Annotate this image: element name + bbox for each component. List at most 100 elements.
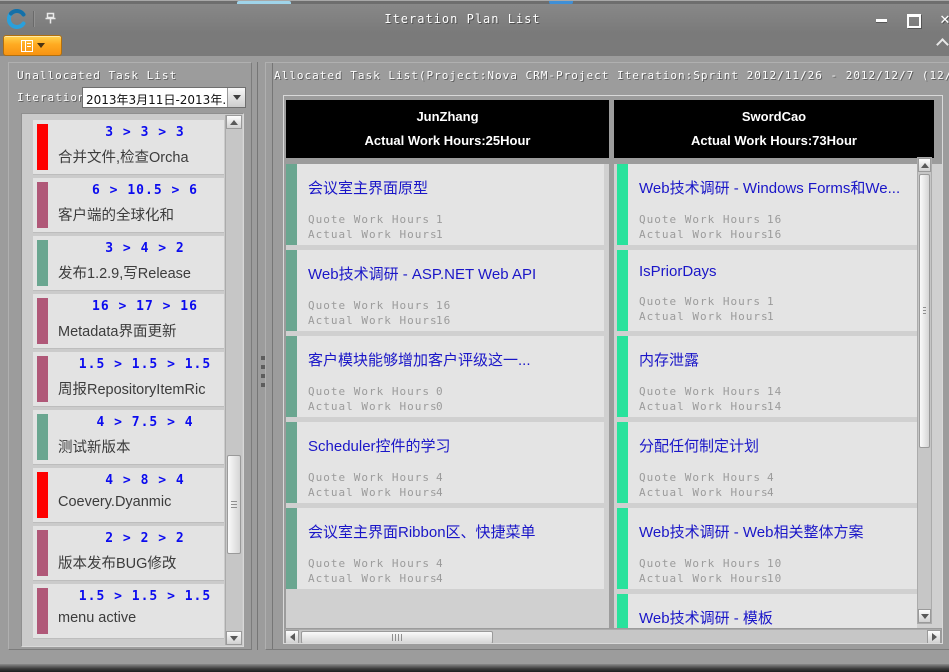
left-list-scrollbar[interactable]	[225, 115, 242, 645]
quote-hours-value: 16	[436, 299, 451, 312]
iteration-combobox[interactable]: 2013年3月11日-2013年...	[82, 87, 246, 108]
close-icon: ✕	[940, 13, 949, 28]
task-status-bar	[617, 508, 628, 589]
allocated-task-card[interactable]: Web技术调研 - Web相关整体方案 Quote Work Hours10 A…	[617, 508, 917, 589]
allocated-task-panel: Allocated Task List(Project:Nova CRM-Pro…	[265, 62, 949, 650]
task-status-bar	[286, 250, 297, 331]
task-hours: Quote Work Hours4 Actual Work Hours4	[308, 470, 600, 500]
arrow-left-icon	[290, 633, 295, 641]
scroll-left-button[interactable]	[285, 630, 299, 644]
allocated-task-card[interactable]: IsPriorDays Quote Work Hours1 Actual Wor…	[617, 250, 917, 331]
task-title: Web技术调研 - Windows Forms和We...	[639, 177, 913, 198]
task-title: 会议室主界面原型	[308, 177, 600, 198]
task-status-bar	[286, 336, 297, 417]
task-metrics: 3 > 3 > 3	[58, 125, 218, 140]
task-card[interactable]: 4 > 7.5 > 4 测试新版本	[33, 410, 224, 464]
scroll-up-button[interactable]	[918, 158, 931, 172]
unallocated-task-list: 3 > 3 > 3 合并文件,检查Orcha 6 > 10.5 > 6 客户端的…	[21, 113, 244, 647]
task-title: 分配任何制定计划	[639, 435, 913, 456]
chevron-down-icon	[37, 43, 45, 48]
allocated-task-card[interactable]: 会议室主界面原型 Quote Work Hours1 Actual Work H…	[286, 164, 604, 245]
task-hours: Quote Work Hours0 Actual Work Hours0	[308, 384, 600, 414]
task-card[interactable]: 1.5 > 1.5 > 1.5 menu active	[33, 584, 224, 638]
task-card[interactable]: 2 > 2 > 2 版本发布BUG修改	[33, 526, 224, 580]
allocated-task-card[interactable]: 内存泄露 Quote Work Hours14 Actual Work Hour…	[617, 336, 917, 417]
actual-hours-value: 0	[436, 400, 444, 413]
task-card[interactable]: 3 > 3 > 3 合并文件,检查Orcha	[33, 120, 224, 174]
arrow-up-icon	[230, 120, 238, 125]
member-task-list: Web技术调研 - Windows Forms和We... Quote Work…	[614, 164, 943, 628]
member-header: SwordCao Actual Work Hours:73Hour	[614, 100, 934, 158]
unallocated-cards: 3 > 3 > 3 合并文件,检查Orcha 6 > 10.5 > 6 客户端的…	[33, 120, 224, 638]
allocated-task-card[interactable]: Web技术调研 - Windows Forms和We... Quote Work…	[617, 164, 917, 245]
titlebar: Iteration Plan List ✕	[0, 4, 949, 33]
scroll-down-button[interactable]	[226, 631, 242, 645]
task-title: 发布1.2.9,写Release	[58, 262, 218, 283]
task-status-bar	[617, 594, 628, 628]
collapse-ribbon-icon[interactable]	[936, 38, 949, 51]
quote-hours-value: 10	[767, 557, 782, 570]
allocated-task-card[interactable]: 会议室主界面Ribbon区、快捷菜单 Quote Work Hours4 Act…	[286, 508, 604, 589]
allocated-task-card[interactable]: Web技术调研 - ASP.NET Web API Quote Work Hou…	[286, 250, 604, 331]
actual-hours-value: 16	[436, 314, 451, 327]
task-status-bar	[617, 250, 628, 331]
task-metrics: 4 > 7.5 > 4	[58, 415, 218, 430]
minimize-icon	[876, 19, 887, 22]
task-status-bar	[37, 530, 48, 576]
task-hours: Quote Work Hours1 Actual Work Hours1	[308, 212, 600, 242]
quote-hours-value: 1	[767, 295, 775, 308]
ribbon-bar	[0, 33, 949, 56]
allocated-task-card[interactable]: 分配任何制定计划 Quote Work Hours4 Actual Work H…	[617, 422, 917, 503]
swordcao-list-scrollbar[interactable]	[917, 157, 932, 624]
scroll-down-button[interactable]	[918, 609, 931, 623]
view-menu-button[interactable]	[3, 35, 62, 56]
quote-hours-value: 1	[436, 213, 444, 226]
actual-hours-value: 10	[767, 572, 782, 585]
scroll-right-button[interactable]	[927, 630, 941, 644]
task-card[interactable]: 4 > 8 > 4 Coevery.Dyanmic	[33, 468, 224, 522]
scrollbar-thumb[interactable]	[301, 631, 493, 644]
quote-hours-value: 4	[767, 471, 775, 484]
task-status-bar	[37, 356, 48, 402]
allocated-task-card[interactable]: 客户模块能够增加客户评级这一... Quote Work Hours0 Actu…	[286, 336, 604, 417]
task-status-bar	[37, 472, 48, 518]
member-column-junzhang: JunZhang Actual Work Hours:25Hour 会议室主界面…	[286, 100, 609, 158]
scrollbar-thumb[interactable]	[919, 174, 930, 448]
task-status-bar	[617, 336, 628, 417]
task-metrics: 16 > 17 > 16	[58, 299, 218, 314]
maximize-button[interactable]	[903, 13, 925, 28]
allocated-task-card[interactable]: Web技术调研 - 模板 Quote Work Hours Actual Wor…	[617, 594, 917, 628]
task-hours: Quote Work Hours16 Actual Work Hours16	[639, 212, 913, 242]
task-card[interactable]: 3 > 4 > 2 发布1.2.9,写Release	[33, 236, 224, 290]
task-card[interactable]: 16 > 17 > 16 Metadata界面更新	[33, 294, 224, 348]
task-status-bar	[286, 164, 297, 245]
task-status-bar	[37, 240, 48, 286]
iteration-label: Iteration	[17, 91, 86, 104]
close-button[interactable]: ✕	[934, 13, 949, 28]
actual-hours-value: 1	[436, 228, 444, 241]
iteration-combobox-dropdown-button[interactable]	[227, 88, 245, 107]
arrow-up-icon	[921, 163, 929, 168]
scrollbar-thumb[interactable]	[227, 455, 241, 554]
actual-hours-value: 4	[767, 486, 775, 499]
minimize-button[interactable]	[870, 13, 892, 28]
member-header: JunZhang Actual Work Hours:25Hour	[286, 100, 609, 158]
chevron-down-icon	[233, 95, 241, 100]
layout-list-icon	[21, 40, 33, 52]
quote-hours-value: 0	[436, 385, 444, 398]
scroll-up-button[interactable]	[226, 115, 242, 129]
quote-hours-value: 4	[436, 471, 444, 484]
task-title: 会议室主界面Ribbon区、快捷菜单	[308, 521, 600, 542]
allocated-task-card[interactable]: Scheduler控件的学习 Quote Work Hours4 Actual …	[286, 422, 604, 503]
allocated-horizontal-scrollbar[interactable]	[285, 629, 941, 644]
task-card[interactable]: 6 > 10.5 > 6 客户端的全球化和	[33, 178, 224, 232]
task-title: 测试新版本	[58, 436, 218, 457]
arrow-down-icon	[230, 636, 238, 641]
actual-hours-value: 4	[436, 486, 444, 499]
task-title: Coevery.Dyanmic	[58, 494, 218, 510]
task-status-bar	[37, 124, 48, 170]
task-card[interactable]: 1.5 > 1.5 > 1.5 周报RepositoryItemRic	[33, 352, 224, 406]
task-hours: Quote Work Hours14 Actual Work Hours14	[639, 384, 913, 414]
quote-hours-value: 14	[767, 385, 782, 398]
panel-splitter[interactable]	[257, 62, 258, 650]
